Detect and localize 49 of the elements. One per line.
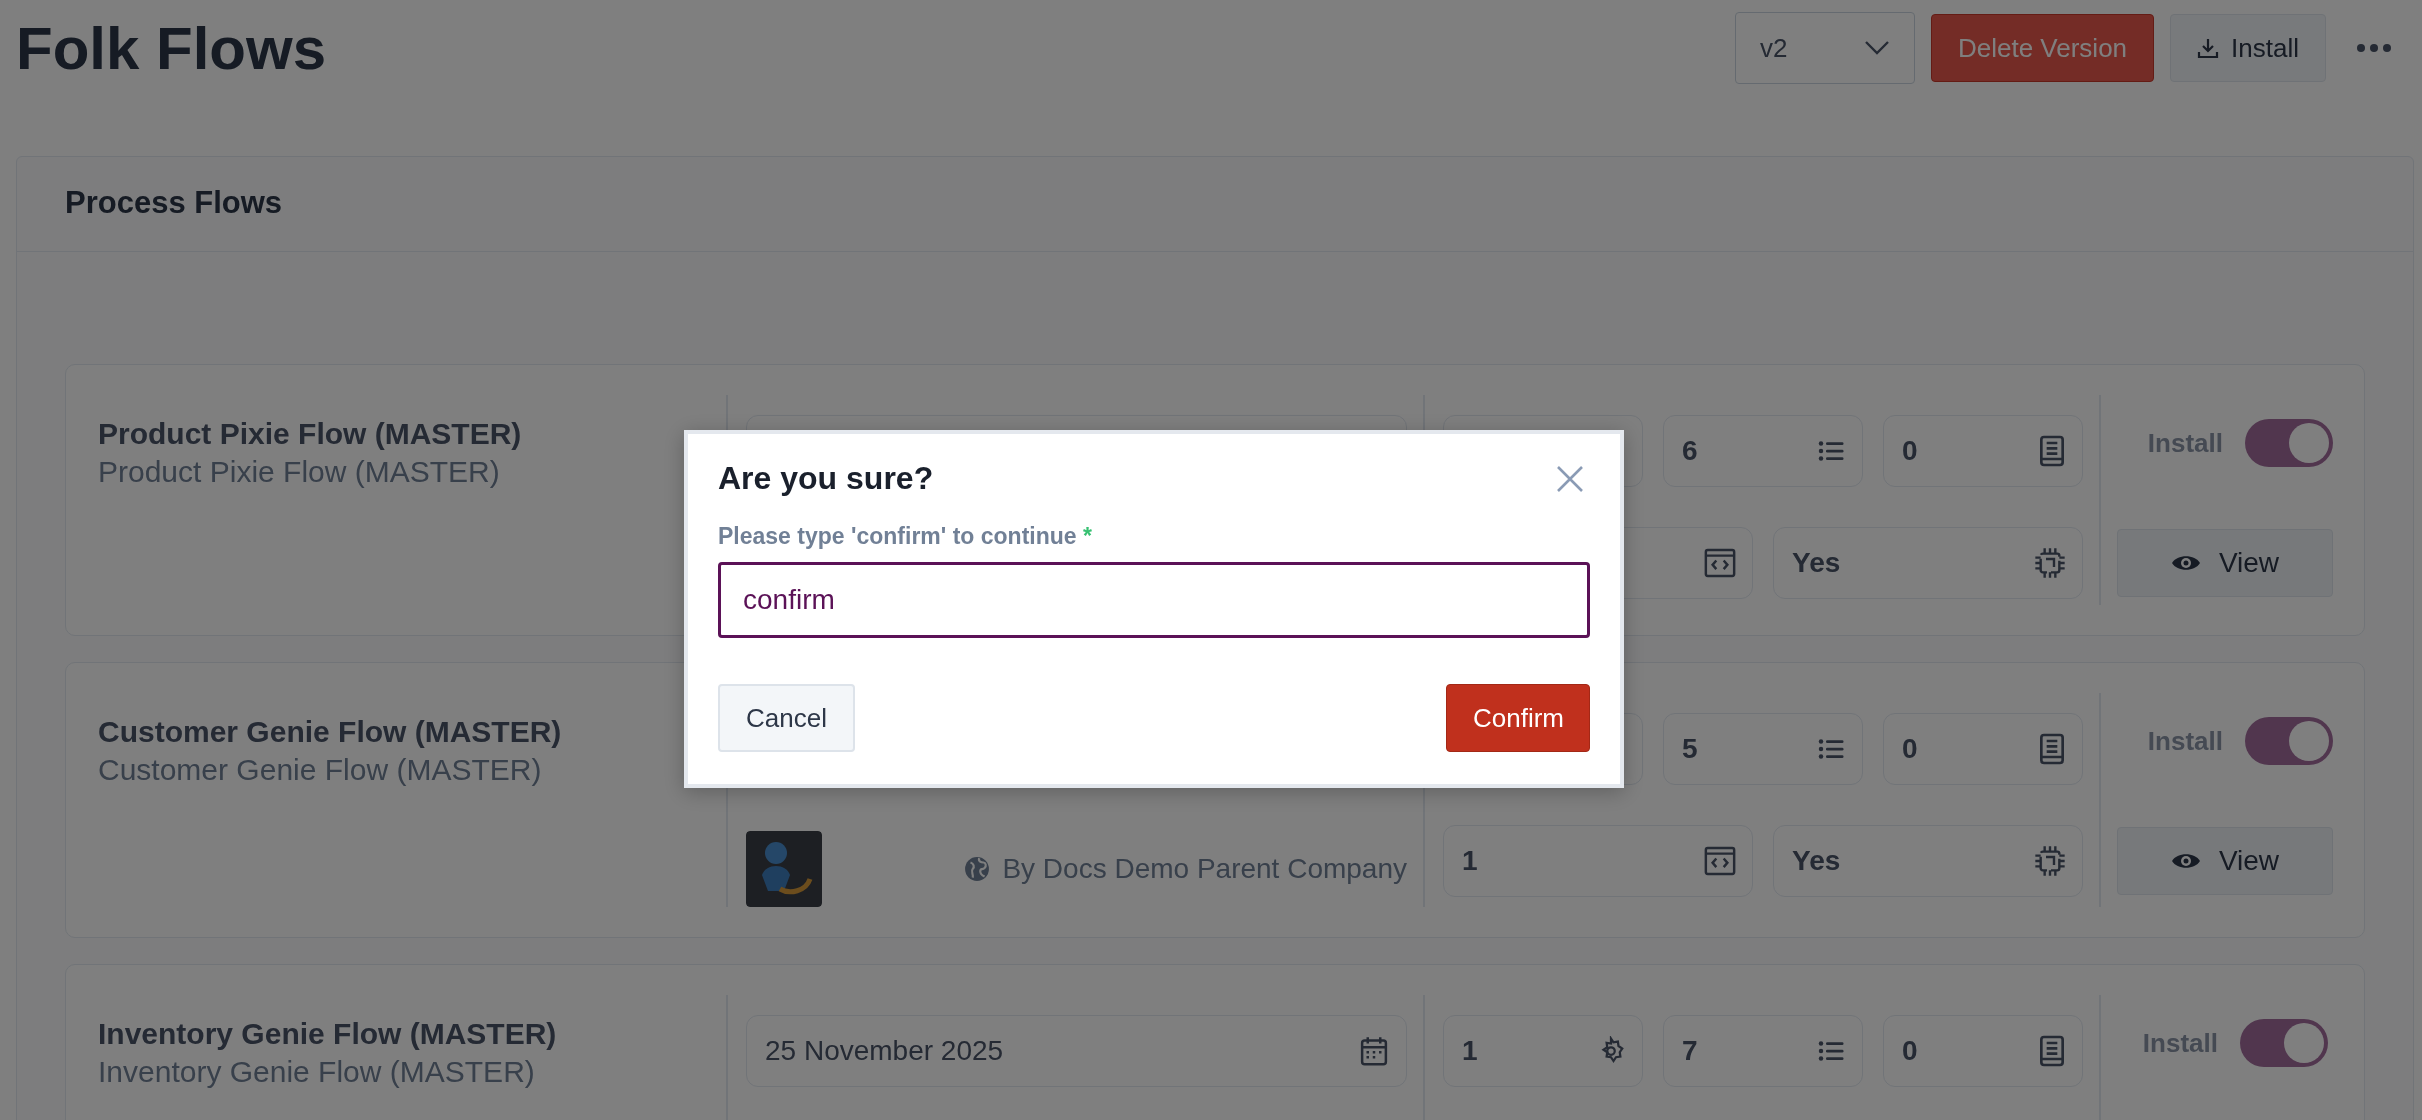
install-toggle[interactable]: [2245, 717, 2333, 765]
publisher-text: By Docs Demo Parent Company: [964, 853, 1407, 885]
panel-title: Process Flows: [17, 157, 2413, 252]
flow-name: Inventory Genie Flow (MASTER): [98, 1017, 558, 1051]
eye-icon: [2170, 851, 2201, 871]
chip-icon: [2034, 845, 2066, 877]
confirm-input-field[interactable]: confirm: [718, 562, 1590, 638]
download-icon: [2197, 37, 2220, 59]
version-select[interactable]: v2: [1734, 12, 1915, 84]
book-icon: [2038, 1035, 2066, 1067]
flow-subtitle: Inventory Genie Flow (MASTER): [98, 1055, 536, 1089]
flow-subtitle: Product Pixie Flow (MASTER): [98, 455, 501, 489]
stat-field: 0: [1883, 1015, 2083, 1087]
install-button[interactable]: Install: [2170, 14, 2326, 82]
chevron-down-icon: [1863, 40, 1890, 56]
flow-name: Customer Genie Flow (MASTER): [98, 715, 563, 749]
calendar-icon: [1360, 1036, 1388, 1066]
install-label: Install: [2147, 427, 2223, 459]
eye-icon: [2170, 553, 2201, 573]
dialog-title: Are you sure?: [718, 460, 934, 497]
install-toggle[interactable]: [2245, 419, 2333, 467]
view-button[interactable]: View: [2117, 827, 2333, 895]
confirm-button[interactable]: Confirm: [1446, 684, 1590, 752]
stat-field: 1: [1443, 825, 1753, 897]
code-window-icon: [1704, 548, 1736, 578]
code-window-icon: [1704, 846, 1736, 876]
stat-field: Yes: [1773, 527, 2083, 599]
field-label: Please type 'confirm' to continue *: [718, 523, 1093, 550]
flow-subtitle: Customer Genie Flow (MASTER): [98, 753, 543, 787]
stat-field: 7: [1663, 1015, 1863, 1087]
globe-icon: [964, 856, 991, 882]
stat-field: 1: [1443, 1015, 1643, 1087]
install-toggle[interactable]: [2240, 1019, 2328, 1067]
stat-field: 0: [1883, 713, 2083, 785]
chip-icon: [2034, 547, 2066, 579]
stat-field: 6: [1663, 415, 1863, 487]
book-icon: [2038, 733, 2066, 765]
view-button[interactable]: View: [2117, 529, 2333, 597]
stat-field: 0: [1883, 415, 2083, 487]
stat-field: 5: [1663, 713, 1863, 785]
book-icon: [2038, 435, 2066, 467]
cancel-button[interactable]: Cancel: [718, 684, 855, 752]
install-label: Install: [2147, 725, 2223, 757]
page-title: Folk Flows: [16, 13, 327, 83]
delete-version-button[interactable]: Delete Version: [1930, 14, 2155, 82]
install-label: Install: [2142, 1027, 2218, 1059]
flow-name: Product Pixie Flow (MASTER): [98, 417, 523, 451]
stat-field: Yes: [1773, 825, 2083, 897]
date-field: 25 November 2025: [746, 1015, 1407, 1087]
